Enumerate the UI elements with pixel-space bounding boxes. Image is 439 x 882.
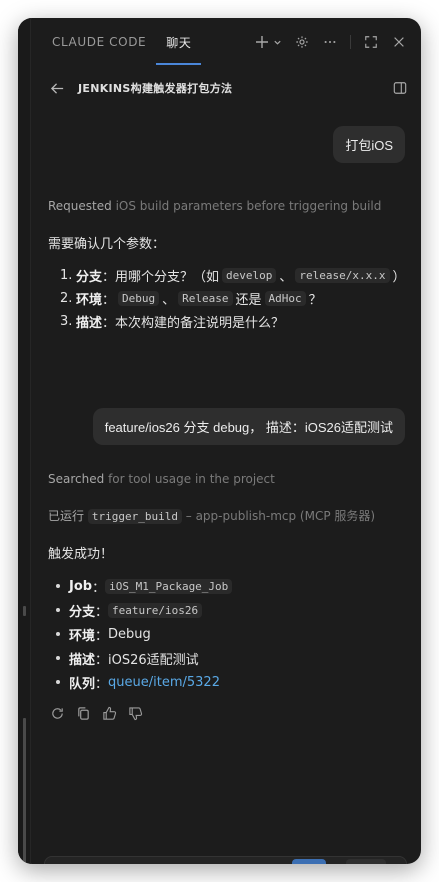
user-message: 打包iOS	[333, 126, 405, 163]
result-list: Job： iOS_M1_Package_Job 分支： feature/ios2…	[56, 574, 233, 694]
chevron-down-icon[interactable]	[272, 34, 282, 50]
close-icon[interactable]	[391, 34, 407, 50]
message-actions	[50, 706, 144, 722]
list-item: 描述： iOS26适配测试	[56, 646, 232, 670]
expand-icon[interactable]	[363, 34, 379, 50]
toolbar-divider	[350, 35, 351, 49]
assistant-intro: 需要确认几个参数：	[48, 237, 166, 252]
retry-icon[interactable]	[50, 706, 66, 722]
queue-link[interactable]: queue/item/5322	[108, 675, 220, 690]
scroll-marker	[23, 606, 26, 616]
tab-claude-code[interactable]: CLAUDE CODE	[42, 18, 156, 66]
activity-verb: Searched	[48, 472, 105, 486]
list-item: 环境： Debug	[56, 622, 232, 646]
thumbs-down-icon[interactable]	[128, 706, 144, 722]
panel-icon[interactable]	[393, 81, 407, 95]
chat-input[interactable]	[44, 856, 407, 864]
tab-chat[interactable]: 聊天	[156, 19, 202, 65]
more-icon[interactable]	[322, 34, 338, 50]
question-list: 1. 分支： 用哪个分支？（如 develop 、 release/x.x.x …	[60, 264, 406, 333]
conversation: 打包iOS Requested iOS build parameters bef…	[30, 110, 421, 864]
copy-icon[interactable]	[76, 706, 92, 722]
conversation-title: JENKINS构建触发器打包方法	[78, 82, 233, 95]
inline-code: develop	[222, 268, 277, 283]
arrow-left-icon[interactable]	[50, 79, 68, 97]
activity-searched[interactable]: Searched for tool usage in the project	[48, 472, 275, 486]
gear-icon[interactable]	[294, 34, 310, 50]
user-message: feature/ios26 分支 debug， 描述：iOS26适配测试	[92, 408, 405, 445]
inline-code: release/x.x.x	[295, 268, 390, 283]
inline-code: Release	[178, 291, 233, 306]
activity-detail: iOS build parameters before triggering b…	[115, 199, 382, 213]
inline-code: feature/ios26	[108, 602, 203, 618]
thumbs-up-icon[interactable]	[102, 706, 118, 722]
plus-icon[interactable]	[254, 34, 270, 50]
inline-code: AdHoc	[264, 291, 306, 306]
activity-tool-run[interactable]: 已运行 trigger_build – app-publish-mcp (MCP…	[48, 507, 375, 524]
list-item: 1. 分支： 用哪个分支？（如 develop 、 release/x.x.x …	[60, 268, 406, 285]
send-button[interactable]	[292, 859, 326, 864]
list-item: Job： iOS_M1_Package_Job	[56, 574, 233, 598]
input-option-button[interactable]	[346, 859, 386, 864]
inline-code: iOS_M1_Package_Job	[105, 578, 233, 594]
activity-verb: Requested	[48, 199, 112, 213]
list-item: 队列： queue/item/5322	[56, 670, 232, 694]
chat-window: CLAUDE CODE 聊天 JENKINS构建触发器打包方法 打包iOS Re…	[18, 18, 421, 864]
inline-code: trigger_build	[87, 509, 182, 524]
activity-verb: 已运行	[48, 509, 85, 523]
tab-actions	[254, 34, 421, 50]
activity-detail: for tool usage in the project	[108, 472, 275, 486]
success-text: 触发成功！	[48, 547, 114, 562]
inline-code: Debug	[118, 291, 160, 306]
list-item: 2. 环境： Debug 、 Release 还是 AdHoc ？	[60, 291, 322, 308]
list-item: 分支： feature/ios26	[56, 598, 232, 622]
scrollbar-thumb[interactable]	[23, 718, 26, 864]
activity-requested[interactable]: Requested iOS build parameters before tr…	[48, 199, 381, 213]
activity-detail: – app-publish-mcp (MCP 服务器)	[185, 509, 376, 523]
tab-bar: CLAUDE CODE 聊天	[30, 18, 421, 66]
list-item: 3. 描述： 本次构建的备注说明是什么？	[60, 314, 285, 331]
conversation-header: JENKINS构建触发器打包方法	[30, 66, 421, 110]
